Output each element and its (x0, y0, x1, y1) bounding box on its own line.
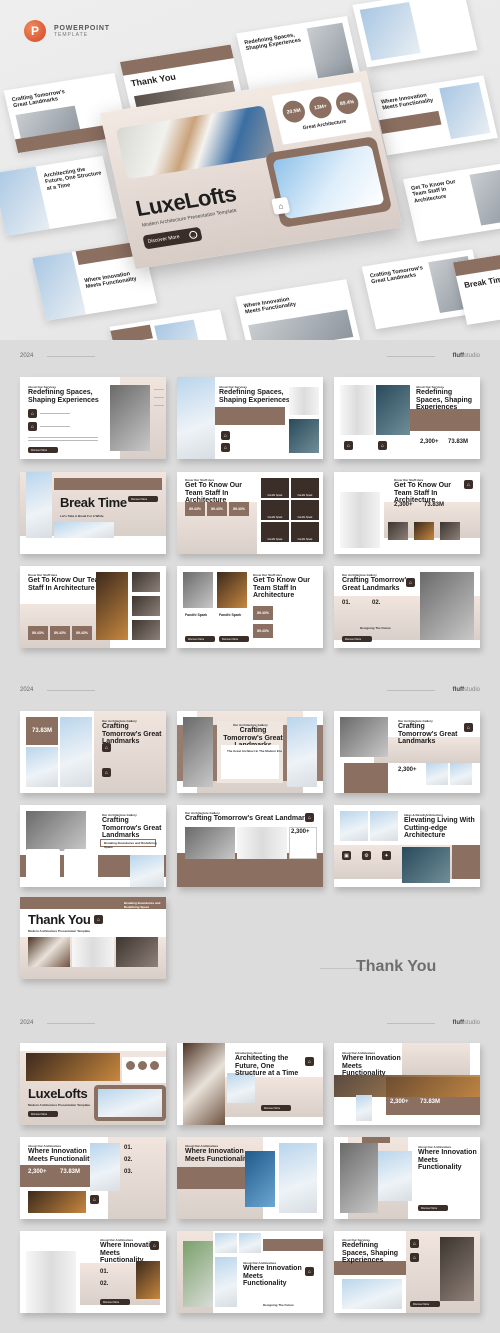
building-icon: ⌂ (90, 1195, 99, 1204)
building-icon: ⌂ (102, 768, 111, 777)
building-icon: ⌂ (305, 1267, 314, 1276)
slide-thumbnail[interactable]: Fandhi Spark Fandhi Spark Discover More … (177, 566, 323, 648)
slide-thumbnail[interactable]: LuxeLofts Modern Architecture Presentati… (20, 1043, 166, 1125)
arrow-right-icon: → (188, 230, 199, 240)
building-icon: ⌂ (150, 1241, 159, 1250)
building-icon: ⌂ (28, 422, 37, 431)
building-icon: ⌂ (410, 1239, 419, 1248)
powerpoint-icon: P (24, 20, 46, 42)
gallery-icon: ▣ (342, 851, 351, 860)
slide-thumbnail[interactable]: About Our Architecture Where Innovation … (177, 1137, 323, 1219)
building-icon: ⌂ (28, 409, 37, 418)
slide-thumbnail[interactable]: Break Time Let's Take A Break For A Whil… (20, 472, 166, 554)
slide-thumbnail[interactable]: Our Architecture Gallery Crafting Tomorr… (177, 711, 323, 793)
slide-thumbnail[interactable]: About Our Services Redefining Spaces, Sh… (177, 377, 323, 459)
year-label: 2024 (20, 353, 34, 359)
studio-brand: fluffstudio (452, 687, 480, 693)
year-label: 2024 (20, 687, 34, 693)
stat-circle: 89.4% (333, 90, 361, 116)
studio-brand: fluffstudio (452, 1020, 480, 1026)
bg-slide: Architecting the Future, One Structure a… (0, 155, 118, 236)
building-icon: ⌂ (410, 1253, 419, 1262)
bg-slide: Get To Know Our Team Staff In Architectu… (402, 161, 500, 242)
bg-slide: Where Innovation Meets Functionality (235, 279, 361, 340)
slide-thumbnail[interactable]: About Our Services Redefining Spaces, Sh… (334, 1231, 480, 1313)
slide-thumbnail[interactable]: Introduction About Architecting the Futu… (177, 1043, 323, 1125)
slide-thumbnail[interactable]: About Our Architecture Where Innovation … (20, 1231, 166, 1313)
slide-thumbnail[interactable]: Know Our Staff Here Get To Know Our Team… (334, 472, 480, 554)
slide-thumbnail[interactable]: About Our Services Redefining Spaces, Sh… (20, 377, 166, 459)
building-icon: ⌂ (464, 480, 473, 489)
slide-thumbnail[interactable]: Our Architecture Gallery Crafting Tomorr… (334, 566, 480, 648)
building-icon: ⌂ (378, 441, 387, 450)
year-label: 2024 (20, 1020, 34, 1026)
building-icon: ⌂ (305, 813, 314, 822)
settings-icon: ⚙ (362, 851, 371, 860)
slide-thumbnail[interactable]: 73.83M Our Architecture Gallery Crafting… (20, 711, 166, 793)
stats-label: Great Architecture (302, 118, 347, 132)
building-icon: ⌂ (305, 1057, 314, 1066)
studio-brand: fluffstudio (452, 353, 480, 359)
bg-slide (352, 0, 478, 68)
slide-thumbnail[interactable]: Our Architecture Gallery Crafting Tomorr… (334, 711, 480, 793)
slide-thumbnail[interactable]: About Our Architecture Where Innovation … (334, 1043, 480, 1125)
slide-thumbnail[interactable]: Know Our Staff Here Get To Know Our Team… (20, 566, 166, 648)
section-header: 2024 fluffstudio (20, 684, 480, 696)
thank-you-heading: Thank You (356, 958, 437, 975)
building-icon: ⌂ (221, 443, 230, 452)
building-icon: ⌂ (344, 441, 353, 450)
slide-thumbnail[interactable]: Know Our Staff Here Get To Know Our Team… (177, 472, 323, 554)
stat-circle: 13M+ (307, 94, 334, 120)
building-icon: ⌂ (221, 431, 230, 440)
slide-thumbnail[interactable]: Breaking Boundaries and Redefining Space… (20, 897, 166, 979)
slide-thumbnail[interactable]: Our Architecture Gallery Crafting Tomorr… (177, 805, 323, 887)
logo-title: POWERPOINT (54, 24, 110, 32)
logo-subtitle: TEMPLATE (54, 31, 89, 38)
slide-thumbnail[interactable]: Our Architecture Gallery Crafting Tomorr… (20, 805, 166, 887)
building-icon: ⌂ (464, 723, 473, 732)
slide-thumbnail[interactable]: About Our Architecture Where Innovation … (334, 1137, 480, 1219)
bg-slide: Where Innovation Meets Functionality (372, 75, 498, 156)
slide-thumbnail[interactable]: About Our Architecture Where Innovation … (177, 1231, 323, 1313)
slide-thumbnail[interactable]: About Our Services Redefining Spaces, Sh… (334, 377, 480, 459)
slide-thumbnail[interactable]: About Our Architecture Where Innovation … (20, 1137, 166, 1219)
hero-collage: P POWERPOINT TEMPLATE Crafting Tomorrow'… (0, 0, 500, 340)
building-icon: ⌂ (94, 915, 103, 924)
slide-thumbnail[interactable]: Ideas & Result Architecture Elevating Li… (334, 805, 480, 887)
building-icon: ⌂ (406, 578, 415, 587)
brand-logo: P POWERPOINT TEMPLATE (24, 20, 110, 42)
stat-circle: 20.5M (280, 99, 308, 125)
section-header: 2024 fluffstudio (20, 1017, 480, 1029)
building-icon: ⌂ (271, 196, 291, 215)
bg-slide (109, 309, 235, 340)
building-icon: ⌂ (102, 743, 111, 752)
section-header: 2024 fluffstudio (20, 350, 480, 362)
tools-icon: ✦ (382, 851, 391, 860)
